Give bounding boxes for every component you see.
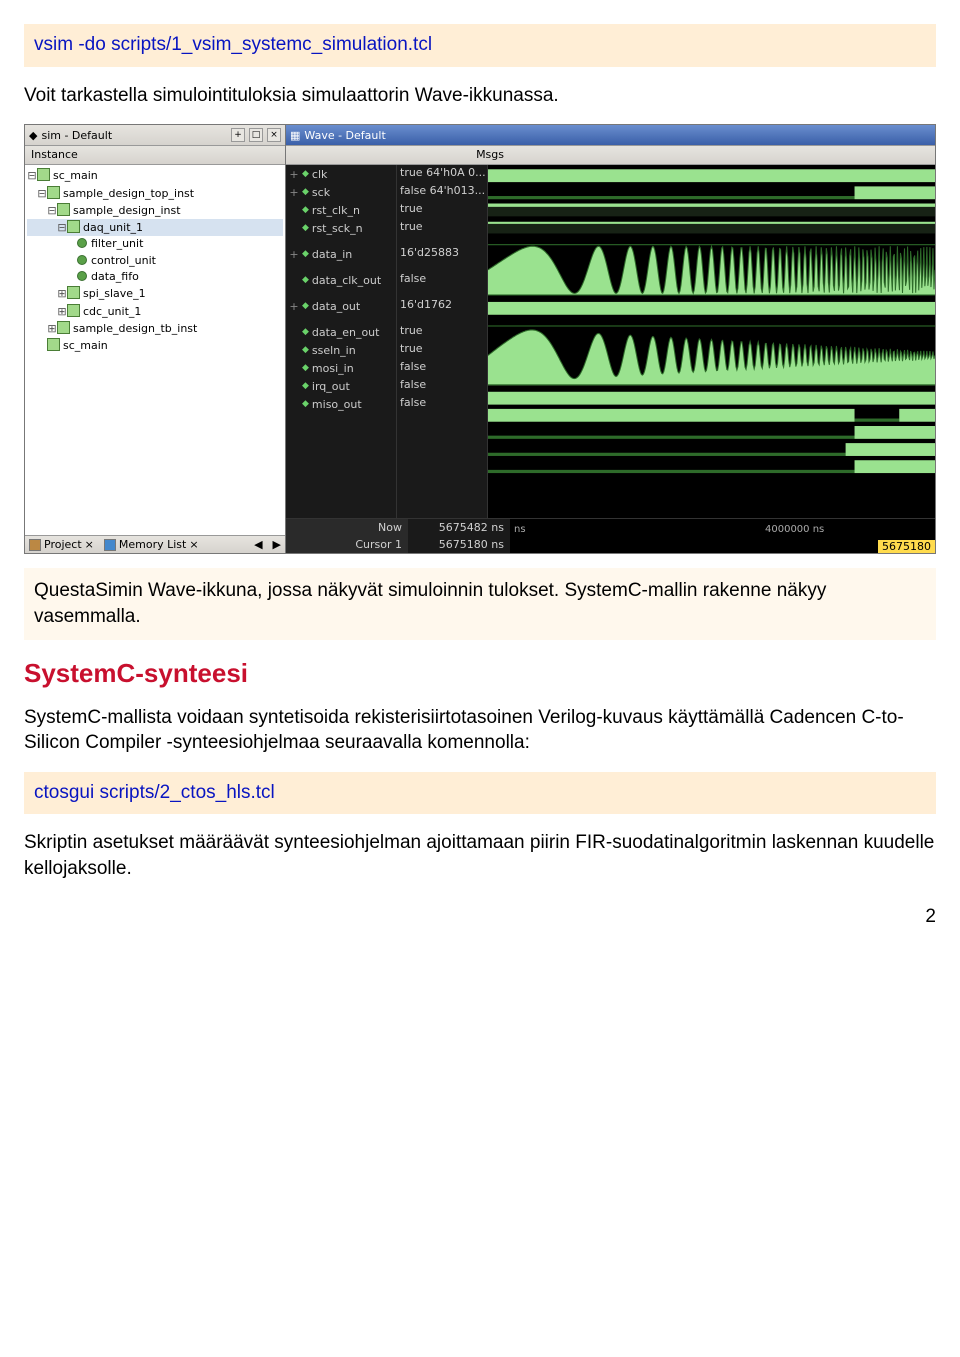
cursor-row: Cursor 1 5675180 ns 5675180 — [286, 536, 935, 553]
hierarchy-tree[interactable]: ⊟sc_main⊟sample_design_top_inst⊟sample_d… — [25, 165, 285, 535]
signal-value-irq_out: false — [397, 377, 487, 395]
signal-value-data_out: 16'd1762 — [397, 297, 487, 315]
signal-value-gap — [397, 289, 487, 297]
scroll-right-icon[interactable]: ▶ — [273, 538, 281, 551]
signal-value-miso_out: false — [397, 395, 487, 413]
signal-value-gap — [397, 237, 487, 245]
window-close-button[interactable]: × — [267, 128, 281, 142]
tree-item-sample_design_top_inst[interactable]: ⊟sample_design_top_inst — [27, 185, 283, 202]
section-heading-systemc-synteesi: SystemC-synteesi — [24, 658, 936, 689]
simulator-screenshot: ◆ sim - Default + □ × Instance ⊟sc_main⊟… — [24, 124, 936, 554]
wave-titlebar: ▦ Wave - Default — [286, 125, 935, 146]
tree-item-spi_slave_1[interactable]: ⊞spi_slave_1 — [27, 285, 283, 302]
signal-name-sseln_in[interactable]: ◆sseln_in — [286, 341, 396, 359]
tree-item-sample_design_inst[interactable]: ⊟sample_design_inst — [27, 202, 283, 219]
sim-titlebar: ◆ sim - Default + □ × — [25, 125, 285, 146]
signal-gap — [286, 263, 396, 271]
wave-icon: ▦ — [290, 129, 300, 142]
tree-item-sample_design_tb_inst[interactable]: ⊞sample_design_tb_inst — [27, 320, 283, 337]
msgs-header: Msgs — [408, 146, 510, 165]
scroll-left-icon[interactable]: ◀ — [254, 538, 262, 551]
signal-name-data_en_out[interactable]: ◆data_en_out — [286, 323, 396, 341]
signal-gap — [286, 315, 396, 323]
sim-panel: ◆ sim - Default + □ × Instance ⊟sc_main⊟… — [25, 125, 286, 553]
instance-header: Instance — [25, 146, 285, 165]
signal-value-data_in: 16'd25883 — [397, 245, 487, 263]
tree-item-data_fifo[interactable]: data_fifo — [27, 269, 283, 285]
signal-value-gap — [397, 263, 487, 271]
window-max-button[interactable]: □ — [249, 128, 263, 142]
signal-name-miso_out[interactable]: ◆miso_out — [286, 395, 396, 413]
cursor-end-label: 5675180 — [878, 540, 935, 553]
tab-project[interactable]: Project × — [29, 538, 94, 551]
signal-value-data_clk_out: false — [397, 271, 487, 289]
tree-item-control_unit[interactable]: control_unit — [27, 253, 283, 269]
signal-gap — [286, 289, 396, 297]
tree-item-daq_unit_1[interactable]: ⊟daq_unit_1 — [27, 219, 283, 236]
signal-name-data_out[interactable]: +◆data_out — [286, 297, 396, 315]
command-box-2: ctosgui scripts/2_ctos_hls.tcl — [24, 772, 936, 815]
signal-name-rst_clk_n[interactable]: ◆rst_clk_n — [286, 201, 396, 219]
paragraph-1: Voit tarkastella simulointituloksia simu… — [24, 83, 936, 109]
tree-item-filter_unit[interactable]: filter_unit — [27, 236, 283, 252]
signal-value-data_en_out: true — [397, 323, 487, 341]
signal-value-sseln_in: true — [397, 341, 487, 359]
window-plus-button[interactable]: + — [231, 128, 245, 142]
tree-item-sc_main[interactable]: ⊟sc_main — [27, 167, 283, 184]
signal-value-rst_sck_n: true — [397, 219, 487, 237]
memory-icon — [104, 539, 116, 551]
waveform-svg — [488, 165, 935, 518]
tree-item-cdc_unit_1[interactable]: ⊞cdc_unit_1 — [27, 303, 283, 320]
sim-title: sim - Default — [41, 129, 112, 142]
wave-panel: ▦ Wave - Default Msgs +◆clk+◆sck◆rst_clk… — [286, 125, 935, 553]
signal-values-column: true 64'h0A 0...false 64'h013...truetrue… — [397, 165, 488, 518]
waveform-area[interactable] — [488, 165, 935, 518]
signal-name-sck[interactable]: +◆sck — [286, 183, 396, 201]
signal-value-rst_clk_n: true — [397, 201, 487, 219]
signal-value-clk: true 64'h0A 0... — [397, 165, 487, 183]
signal-gap — [286, 237, 396, 245]
signal-names-column[interactable]: +◆clk+◆sck◆rst_clk_n◆rst_sck_n +◆data_in ◆… — [286, 165, 397, 518]
signal-name-header — [286, 146, 408, 165]
paragraph-2: SystemC-mallista voidaan syntetisoida re… — [24, 705, 936, 756]
tree-item-sc_main[interactable]: sc_main — [27, 337, 283, 354]
tab-memory-list[interactable]: Memory List × — [104, 538, 199, 551]
project-icon — [29, 539, 41, 551]
paragraph-3: Skriptin asetukset määräävät synteesiohj… — [24, 830, 936, 881]
figure-caption: QuestaSimin Wave-ikkuna, jossa näkyvät s… — [24, 568, 936, 639]
signal-name-mosi_in[interactable]: ◆mosi_in — [286, 359, 396, 377]
wave-status-rows: Now 5675482 ns ns 4000000 ns Cursor 1 56… — [286, 518, 935, 553]
wave-header — [510, 146, 935, 165]
signal-name-data_clk_out[interactable]: ◆data_clk_out — [286, 271, 396, 289]
page-number: 2 — [24, 906, 936, 928]
signal-name-data_in[interactable]: +◆data_in — [286, 245, 396, 263]
signal-name-clk[interactable]: +◆clk — [286, 165, 396, 183]
command-box-1: vsim -do scripts/1_vsim_systemc_simulati… — [24, 24, 936, 67]
signal-value-sck: false 64'h013... — [397, 183, 487, 201]
signal-name-rst_sck_n[interactable]: ◆rst_sck_n — [286, 219, 396, 237]
signal-value-gap — [397, 315, 487, 323]
now-row: Now 5675482 ns ns 4000000 ns — [286, 519, 935, 536]
window-icon: ◆ — [29, 129, 37, 142]
instance-header-label: Instance — [31, 148, 78, 161]
wave-title: Wave - Default — [304, 129, 385, 142]
signal-name-irq_out[interactable]: ◆irq_out — [286, 377, 396, 395]
bottom-tabs: Project × Memory List × ◀ ▶ — [25, 535, 285, 553]
signal-value-mosi_in: false — [397, 359, 487, 377]
